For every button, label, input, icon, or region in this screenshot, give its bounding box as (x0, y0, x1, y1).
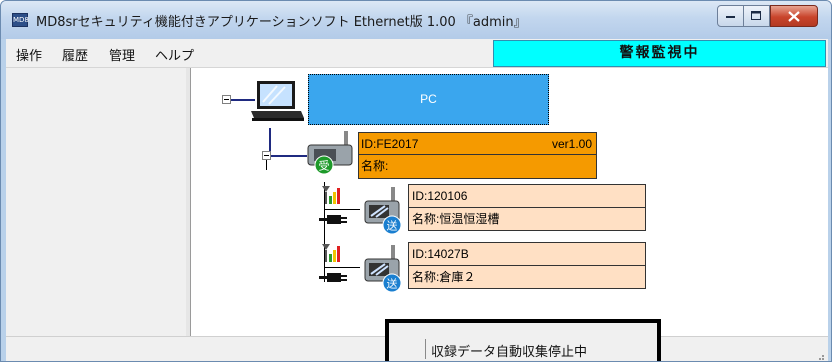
transmitter-id: ID:14027B (409, 243, 645, 266)
tree-expander-receiver[interactable] (262, 151, 271, 160)
minimize-button[interactable] (717, 5, 744, 27)
transmitter-node-2[interactable]: ID:14027B 名称:倉庫２ (408, 242, 646, 289)
transmitter-name: 名称:倉庫２ (412, 270, 476, 284)
tree-connector (266, 160, 267, 170)
status-highlight-box: 収録データ自動収集停止中 (385, 319, 661, 361)
transmitter-name: 名称:恒温恒湿槽 (412, 212, 500, 226)
title-bar[interactable]: MD8 MD8srセキュリティ機能付きアプリケーションソフト Ethernet版… (1, 1, 831, 39)
svg-text:送: 送 (387, 219, 398, 233)
minimize-icon (725, 16, 735, 18)
tree-connector (288, 155, 290, 156)
receiver-id: ID:FE2017 (361, 137, 419, 151)
pc-node[interactable]: PC (308, 74, 549, 125)
receiver-node[interactable]: ID:FE2017 ver1.00 名称: (358, 132, 597, 179)
alarm-monitoring-banner: 警報監視中 (493, 40, 826, 67)
window-title: MD8srセキュリティ機能付きアプリケーションソフト Ethernet版 1.0… (36, 15, 527, 30)
menu-item-help[interactable]: ヘルプ (155, 45, 194, 64)
maximize-button[interactable] (744, 5, 770, 27)
resize-grip-icon[interactable] (815, 351, 825, 361)
transmitter-id: ID:120106 (409, 185, 645, 208)
transmitter-icon[interactable]: 送 (319, 183, 411, 237)
menu-item-history[interactable]: 履歴 (62, 45, 88, 64)
app-window: MD8 MD8srセキュリティ機能付きアプリケーションソフト Ethernet版… (0, 0, 832, 362)
menu-item-operation[interactable]: 操作 (16, 45, 42, 64)
svg-text:受: 受 (319, 160, 330, 173)
collection-status-text: 収録データ自動収集停止中 (431, 345, 588, 360)
receiver-icon[interactable]: 受 (304, 131, 360, 175)
panel-splitter[interactable] (186, 68, 191, 336)
close-button[interactable] (770, 5, 818, 27)
close-icon (788, 10, 800, 22)
transmitter-node-1[interactable]: ID:120106 名称:恒温恒湿槽 (408, 184, 646, 231)
receiver-name: 名称: (361, 159, 389, 173)
transmitter-icon[interactable]: 送 (319, 241, 411, 295)
maximize-icon (751, 11, 761, 20)
receiver-version: ver1.00 (551, 137, 592, 151)
status-separator (425, 339, 426, 359)
menu-item-management[interactable]: 管理 (109, 45, 135, 64)
app-icon[interactable]: MD8 (12, 13, 29, 27)
laptop-icon[interactable] (251, 80, 305, 124)
svg-text:送: 送 (387, 277, 398, 291)
receiver-id-row: ID:FE2017 ver1.00 (359, 133, 596, 155)
left-panel (6, 68, 187, 336)
tree-expander-pc[interactable] (222, 95, 231, 104)
